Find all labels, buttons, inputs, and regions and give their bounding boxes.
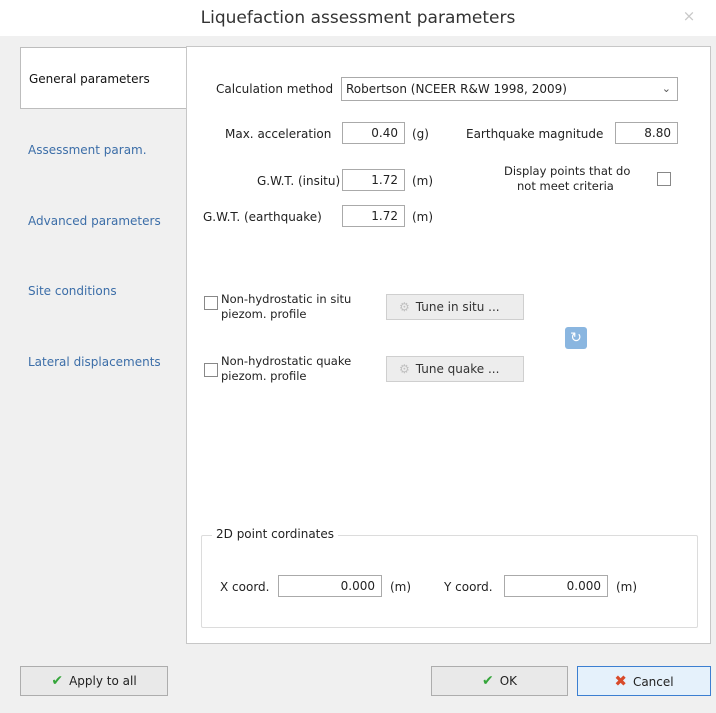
calc-method-label: Calculation method <box>216 82 334 96</box>
gwt-insitu-field[interactable]: 1.72 <box>342 169 405 191</box>
calc-method-select[interactable]: Robertson (NCEER R&W 1998, 2009) ⌄ <box>341 77 678 101</box>
tab-lateral-displacements[interactable]: Lateral displacements <box>20 349 184 375</box>
point-coordinates-group: 2D point cordinates X coord. 0.000 (m) Y… <box>201 527 698 628</box>
nonhydro-insitu-line2: piezom. profile <box>221 307 307 321</box>
nonhydro-quake-checkbox[interactable] <box>204 363 218 377</box>
display-points-label-line1: Display points that do <box>504 164 631 178</box>
general-parameters-panel: Calculation method Robertson (NCEER R&W … <box>186 46 711 644</box>
checkmark-icon: ✔ <box>51 673 64 689</box>
tab-list: General parameters Assessment param. Adv… <box>0 36 186 644</box>
ok-label: OK <box>499 674 518 688</box>
ok-button[interactable]: ✔ OK <box>431 666 568 696</box>
refresh-icon[interactable]: ↻ <box>565 327 587 349</box>
eq-mag-label: Earthquake magnitude <box>466 127 604 141</box>
max-acc-unit: (g) <box>412 127 429 141</box>
checkmark-icon: ✔ <box>481 673 494 689</box>
calc-method-value: Robertson (NCEER R&W 1998, 2009) <box>346 82 567 96</box>
tune-insitu-button[interactable]: ⚙ Tune in situ ... <box>386 294 524 320</box>
dialog-window: Liquefaction assessment parameters × Gen… <box>0 0 716 713</box>
display-points-checkbox[interactable] <box>657 172 671 186</box>
tab-general-parameters[interactable]: General parameters <box>20 47 186 109</box>
dialog-title: Liquefaction assessment parameters <box>200 8 516 28</box>
y-coord-label: Y coord. <box>444 580 493 594</box>
apply-to-all-button[interactable]: ✔ Apply to all <box>20 666 168 696</box>
gwt-eq-label: G.W.T. (earthquake) <box>203 210 322 224</box>
tune-insitu-label: Tune in situ ... <box>415 300 500 314</box>
nonhydro-quake-line1: Non-hydrostatic quake <box>221 354 352 368</box>
y-coord-unit: (m) <box>616 580 638 594</box>
gwt-insitu-label: G.W.T. (insitu) <box>257 174 341 188</box>
gwt-eq-field[interactable]: 1.72 <box>342 205 405 227</box>
max-acc-label: Max. acceleration <box>225 127 332 141</box>
gwt-insitu-unit: (m) <box>412 174 434 188</box>
tab-assessment-param[interactable]: Assessment param. <box>20 137 184 163</box>
display-points-label-line2: not meet criteria <box>517 179 614 193</box>
x-coord-field[interactable]: 0.000 <box>278 575 382 597</box>
nonhydro-insitu-line1: Non-hydrostatic in situ <box>221 292 352 306</box>
x-coord-label: X coord. <box>220 580 270 594</box>
cancel-label: Cancel <box>632 675 674 689</box>
nonhydro-quake-line2: piezom. profile <box>221 369 307 383</box>
close-icon[interactable]: × <box>676 5 702 27</box>
chevron-down-icon: ⌄ <box>661 82 671 95</box>
tab-advanced-parameters[interactable]: Advanced parameters <box>20 208 184 234</box>
eq-mag-field[interactable]: 8.80 <box>615 122 678 144</box>
gear-icon: ⚙ <box>399 362 410 376</box>
gear-icon: ⚙ <box>399 300 410 314</box>
tune-quake-label: Tune quake ... <box>415 362 500 376</box>
gwt-eq-unit: (m) <box>412 210 434 224</box>
cancel-button[interactable]: ✖ Cancel <box>577 666 711 696</box>
y-coord-field[interactable]: 0.000 <box>504 575 608 597</box>
tune-quake-button[interactable]: ⚙ Tune quake ... <box>386 356 524 382</box>
point-coordinates-title: 2D point cordinates <box>212 527 339 541</box>
tab-site-conditions[interactable]: Site conditions <box>20 278 184 304</box>
apply-to-all-label: Apply to all <box>69 674 137 688</box>
max-acc-field[interactable]: 0.40 <box>342 122 405 144</box>
x-coord-unit: (m) <box>390 580 412 594</box>
cancel-x-icon: ✖ <box>614 672 627 690</box>
title-bar: Liquefaction assessment parameters × <box>0 0 716 36</box>
nonhydro-insitu-checkbox[interactable] <box>204 296 218 310</box>
